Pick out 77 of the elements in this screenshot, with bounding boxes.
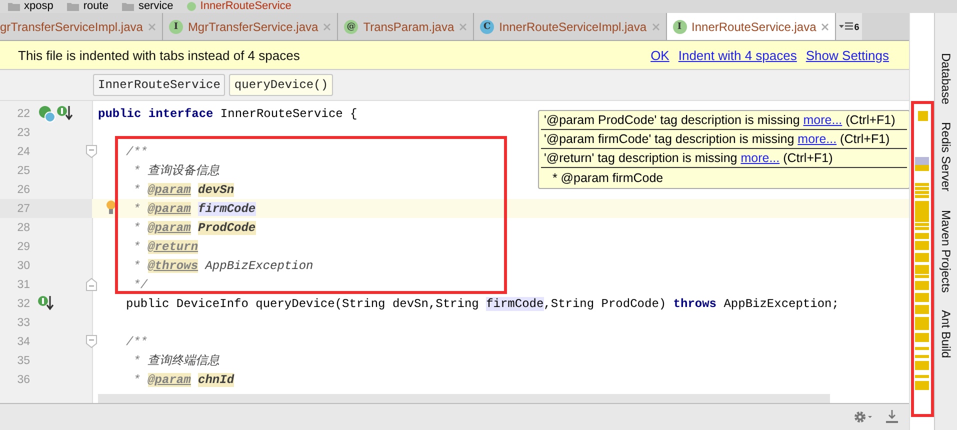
breadcrumb-item[interactable]: xposp — [24, 0, 54, 13]
more-link[interactable]: more... — [740, 151, 780, 165]
file-type-icon: I — [168, 20, 183, 34]
file-tab[interactable]: I MgrTransferService.java — [162, 13, 338, 40]
line-number: 27 — [16, 202, 30, 214]
notification-link[interactable]: Show Settings — [806, 48, 889, 62]
code-line: */ — [132, 278, 148, 292]
notification-link[interactable]: Indent with 4 spaces — [678, 48, 797, 62]
line-number: 33 — [16, 316, 30, 328]
folder-icon — [67, 2, 80, 11]
code-line: /** — [126, 334, 148, 348]
fold-icon[interactable] — [86, 145, 97, 158]
line-number: 29 — [16, 240, 30, 252]
breadcrumb-item[interactable]: route — [83, 0, 108, 13]
problem-message: '@return' tag description is missing more... (Ctrl+F1) — [544, 151, 833, 165]
close-icon[interactable] — [652, 22, 660, 30]
file-tab[interactable]: @ TransParam.java — [338, 13, 474, 40]
file-type-icon: I — [672, 20, 687, 34]
folder-icon — [122, 2, 134, 11]
overriding-icon[interactable] — [38, 295, 54, 312]
more-link[interactable]: more... — [803, 113, 842, 127]
line-number: 34 — [16, 336, 30, 348]
breadcrumb-item[interactable]: service — [138, 0, 174, 13]
tool-window-tab[interactable]: Maven Projects — [935, 210, 957, 292]
code-line: * @param devSn — [132, 182, 234, 196]
file-tab[interactable]: grTransferServiceImpl.java — [0, 13, 163, 40]
tab-overflow-button[interactable]: 6 — [836, 13, 862, 40]
close-icon[interactable] — [323, 22, 332, 30]
code-line: public interface InnerRouteService { — [98, 106, 358, 120]
close-icon[interactable] — [821, 22, 830, 30]
structure-breadcrumb[interactable]: queryDevice() — [229, 74, 334, 96]
line-number: 30 — [16, 260, 30, 272]
code-line: * 查询设备信息 — [132, 164, 220, 178]
breadcrumb-item[interactable]: InnerRouteService — [200, 0, 292, 13]
line-number: 31 — [16, 278, 30, 290]
file-type-icon: C — [480, 20, 494, 34]
overriding-icon[interactable] — [57, 105, 73, 122]
code-line: * @param firmCode — [132, 202, 256, 216]
line-number: 28 — [16, 222, 30, 234]
tool-window-tab[interactable]: Ant Build — [935, 310, 957, 358]
line-number: 36 — [16, 374, 30, 386]
problem-message: '@param firmCode' tag description is missing more... (Ctrl+F1) — [544, 132, 890, 146]
folder-icon — [8, 2, 20, 11]
code-line: * @param chnId — [132, 372, 234, 386]
tool-window-tab[interactable]: Redis Server — [935, 122, 957, 192]
line-number: 24 — [16, 146, 30, 158]
code-line: /** — [126, 144, 148, 158]
code-line: public DeviceInfo queryDevice(String devSn,String firmCode,String ProdCode) throws AppBizException; — [126, 296, 839, 310]
gear-icon[interactable] — [853, 410, 873, 424]
line-number: 23 — [16, 126, 30, 138]
lightbulb-icon[interactable] — [106, 200, 116, 215]
fold-icon[interactable] — [86, 278, 97, 291]
line-number: 32 — [16, 298, 30, 310]
horizontal-scrollbar[interactable] — [98, 394, 830, 403]
download-icon[interactable] — [885, 410, 899, 424]
line-number: 22 — [16, 108, 30, 120]
file-tab[interactable]: C InnerRouteServiceImpl.java — [474, 13, 667, 40]
tool-window-tab[interactable]: Database — [935, 53, 957, 104]
close-icon[interactable] — [459, 22, 468, 30]
code-preview: * @param firmCode — [551, 171, 664, 185]
fold-icon[interactable] — [86, 335, 97, 348]
close-icon[interactable] — [148, 22, 156, 30]
structure-breadcrumb[interactable]: InnerRouteService — [93, 74, 226, 96]
code-line: * 查询终端信息 — [132, 354, 220, 368]
code-line: * @param ProdCode — [132, 220, 256, 234]
list-icon — [839, 22, 854, 31]
file-type-icon: @ — [344, 20, 358, 34]
more-link[interactable]: more... — [798, 132, 837, 146]
notification-message: This file is indented with tabs instead of 4 spaces — [18, 48, 300, 62]
problem-message: '@param ProdCode' tag description is missing more... (Ctrl+F1) — [544, 113, 896, 127]
notification-link[interactable]: OK — [650, 48, 670, 62]
line-number: 25 — [16, 164, 30, 176]
line-number: 26 — [16, 184, 30, 196]
interface-icon — [187, 2, 196, 11]
file-tab[interactable]: I InnerRouteService.java — [666, 13, 836, 40]
line-number: 35 — [16, 354, 30, 366]
code-line: * @throws AppBizException — [132, 258, 314, 272]
